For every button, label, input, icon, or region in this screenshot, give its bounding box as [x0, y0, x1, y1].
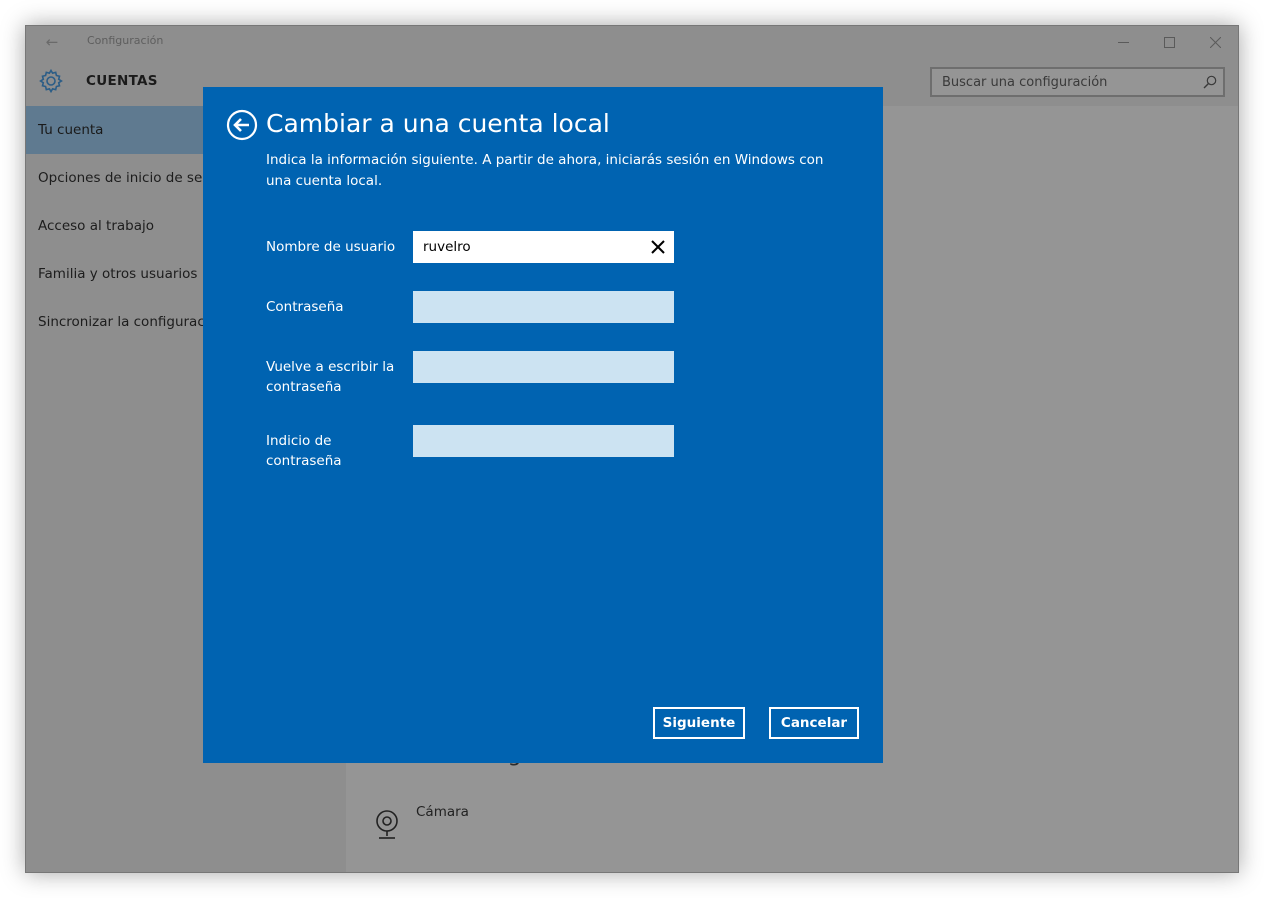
- sidebar-item-label: Sincronizar la configuración: [38, 314, 204, 330]
- clear-icon[interactable]: [650, 239, 666, 255]
- password-confirm-field[interactable]: [413, 351, 674, 383]
- page-heading: CUENTAS: [86, 73, 158, 89]
- sidebar-item-label: Familia y otros usuarios: [38, 266, 198, 282]
- search-icon[interactable]: [1203, 75, 1217, 89]
- search-input[interactable]: [932, 69, 1194, 95]
- camera-label[interactable]: Cámara: [416, 804, 469, 820]
- back-icon[interactable]: [226, 109, 258, 141]
- sidebar-item-familia[interactable]: Familia y otros usuarios: [26, 250, 204, 298]
- window-title: Configuración: [87, 34, 164, 47]
- sidebar-item-label: Opciones de inicio de sesión: [38, 170, 204, 186]
- username-input[interactable]: [413, 231, 638, 263]
- next-button[interactable]: Siguiente: [653, 707, 745, 739]
- close-icon: [1209, 36, 1221, 48]
- minimize-icon: [1117, 41, 1129, 43]
- password-label: Contraseña: [266, 299, 344, 315]
- username-label: Nombre de usuario: [266, 239, 396, 255]
- password-input[interactable]: [413, 291, 638, 323]
- maximize-button[interactable]: [1146, 26, 1192, 58]
- back-arrow-icon[interactable]: ←: [42, 32, 62, 52]
- window-controls: [1100, 26, 1238, 58]
- username-field[interactable]: [413, 231, 674, 263]
- sidebar-item-label: Acceso al trabajo: [38, 218, 155, 234]
- local-account-dialog: Cambiar a una cuenta local Indica la inf…: [203, 87, 883, 763]
- password-confirm-input[interactable]: [413, 351, 638, 383]
- sidebar-item-label: Tu cuenta: [38, 122, 104, 138]
- minimize-button[interactable]: [1100, 26, 1146, 58]
- sidebar-item-acceso-trabajo[interactable]: Acceso al trabajo: [26, 202, 204, 250]
- maximize-icon: [1163, 36, 1175, 48]
- dialog-description: Indica la información siguiente. A parti…: [266, 152, 824, 189]
- password-hint-input[interactable]: [413, 425, 638, 457]
- password-confirm-label: Vuelve a escribir la contraseña: [266, 359, 395, 395]
- dialog-title: Cambiar a una cuenta local: [266, 109, 610, 138]
- camera-icon[interactable]: [370, 808, 404, 842]
- sidebar: Tu cuenta Opciones de inicio de sesión A…: [26, 106, 204, 346]
- sidebar-item-opciones-inicio[interactable]: Opciones de inicio de sesión: [26, 154, 204, 202]
- password-field[interactable]: [413, 291, 674, 323]
- cancel-button[interactable]: Cancelar: [769, 707, 859, 739]
- gear-icon: [39, 68, 63, 94]
- search-box[interactable]: [930, 67, 1225, 97]
- sidebar-item-tu-cuenta[interactable]: Tu cuenta: [26, 106, 204, 154]
- title-bar: ← Configuración: [26, 26, 1238, 58]
- password-hint-field[interactable]: [413, 425, 674, 457]
- sidebar-item-sincronizar[interactable]: Sincronizar la configuración: [26, 298, 204, 346]
- close-button[interactable]: [1192, 26, 1238, 58]
- password-hint-label: Indicio de contraseña: [266, 433, 342, 469]
